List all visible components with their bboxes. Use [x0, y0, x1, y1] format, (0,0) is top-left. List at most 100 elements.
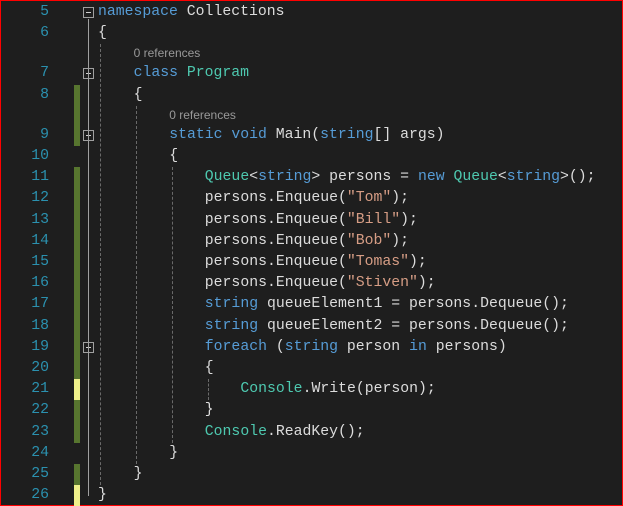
code-token: {: [133, 86, 143, 103]
change-marker-saved: [74, 105, 80, 125]
code-text[interactable]: }: [169, 443, 178, 464]
line-number: 14: [31, 232, 49, 249]
code-text[interactable]: static void Main(string[] args): [169, 125, 444, 146]
code-line: 5 namespace Collections: [1, 2, 622, 23]
code-token: string: [284, 338, 339, 355]
code-token: Program: [186, 65, 250, 82]
change-marker-saved: [74, 294, 80, 316]
code-text[interactable]: Queue<string> persons = new Queue<string…: [205, 167, 596, 188]
code-token: }: [204, 402, 214, 419]
code-token: string: [204, 296, 259, 313]
code-token: {: [98, 25, 107, 42]
codelens-references-link[interactable]: 0 references: [134, 44, 201, 63]
code-token: Console: [240, 381, 303, 398]
code-token: "Tomas": [346, 254, 410, 270]
code-token: string: [506, 169, 561, 186]
line-number: 11: [31, 169, 49, 186]
collapse-toggle-icon[interactable]: [83, 7, 94, 18]
change-marker-saved: [74, 167, 80, 189]
code-text[interactable]: Console.ReadKey();: [205, 422, 365, 443]
codelens-row: 0 references: [1, 44, 622, 63]
code-token: .ReadKey();: [266, 423, 365, 440]
line-number: 5: [40, 4, 49, 20]
code-editor[interactable]: 5 namespace Collections 6{0 references 7 cla…: [0, 0, 623, 506]
code-token: class: [133, 65, 178, 82]
change-marker-saved: [74, 336, 80, 358]
line-number: 25: [31, 466, 49, 482]
change-marker-saved: [74, 84, 80, 106]
code-line: 15 persons.Enqueue("Tomas");: [1, 252, 622, 274]
code-token: persons.Enqueue(: [204, 275, 347, 292]
code-token: foreach: [204, 338, 267, 355]
code-token: [] args): [373, 126, 445, 143]
code-text[interactable]: namespace Collections: [98, 2, 284, 23]
change-marker-saved: [74, 464, 80, 486]
code-token: {: [169, 148, 179, 164]
code-line: 18 string queueElement2 = persons.Dequeue…: [1, 315, 622, 337]
change-marker-saved: [74, 358, 80, 380]
code-line: 19 foreach (string person in persons): [1, 336, 622, 358]
code-token: string: [258, 169, 312, 186]
code-text[interactable]: persons.Enqueue("Bill");: [205, 210, 418, 231]
code-token: "Bill": [346, 211, 401, 228]
change-marker-saved: [74, 315, 80, 337]
code-text[interactable]: persons.Enqueue("Stiven");: [205, 273, 436, 294]
line-number: 15: [31, 254, 49, 270]
code-text[interactable]: {: [98, 23, 107, 44]
code-line: 23 Console.ReadKey();: [1, 421, 622, 443]
code-token: }: [98, 487, 107, 504]
line-number: 24: [31, 444, 49, 461]
code-line: 8{: [1, 84, 622, 106]
indent-guide: [100, 44, 101, 486]
code-token: <: [249, 169, 259, 186]
codelens-row: 0 references: [1, 105, 622, 125]
code-token: "Tom": [346, 190, 392, 207]
code-text[interactable]: string queueElement2 = persons.Dequeue()…: [205, 316, 569, 337]
line-number: 17: [31, 296, 49, 313]
code-token: persons.Enqueue(: [204, 232, 347, 249]
code-token: new: [417, 169, 445, 186]
line-number: 12: [31, 190, 49, 207]
code-text[interactable]: foreach (string person in persons): [205, 337, 507, 358]
code-text[interactable]: Console.Write(person);: [240, 379, 435, 400]
code-token: persons.Enqueue(: [204, 190, 347, 207]
change-marker-unsaved: [74, 485, 80, 506]
code-token: void: [231, 126, 267, 143]
codelens-references-link[interactable]: 0 references: [169, 106, 236, 125]
change-marker-saved: [74, 273, 80, 295]
line-number: 10: [31, 148, 49, 164]
code-line: 10 {: [1, 146, 622, 167]
code-text[interactable]: }: [205, 400, 214, 421]
code-text[interactable]: persons.Enqueue("Tom");: [205, 188, 409, 209]
code-token: queueElement1 = persons.Dequeue();: [258, 296, 569, 313]
indent-guide: [136, 105, 137, 464]
code-token: .Write(person);: [302, 381, 436, 398]
change-marker-saved: [74, 252, 80, 274]
code-line: 17 string queueElement1 = persons.Dequeue…: [1, 294, 622, 316]
code-token: queueElement2 = persons.Dequeue();: [258, 317, 569, 334]
code-line: 26}: [1, 485, 622, 506]
code-token: Main(: [266, 126, 321, 143]
line-number: 19: [31, 338, 49, 355]
code-text[interactable]: string queueElement1 = persons.Dequeue()…: [205, 294, 569, 315]
code-line: 7 class Program: [1, 63, 622, 84]
code-token: <: [497, 169, 507, 186]
code-line: 21 Console.Write(person);: [1, 379, 622, 401]
code-text[interactable]: }: [134, 464, 143, 485]
code-text[interactable]: {: [134, 85, 143, 106]
code-text[interactable]: persons.Enqueue("Tomas");: [205, 252, 427, 273]
code-line: 11 Queue<string> persons = new Queue<stri…: [1, 167, 622, 189]
code-text[interactable]: persons.Enqueue("Bob");: [205, 231, 409, 252]
line-number: 20: [31, 360, 49, 376]
code-line: 9 static void Main(string[] args): [1, 124, 622, 146]
change-marker-saved: [74, 209, 80, 231]
code-token: > persons =: [311, 169, 418, 186]
outline-line: [88, 19, 89, 497]
code-text[interactable]: {: [205, 358, 214, 379]
code-text[interactable]: }: [98, 485, 107, 506]
code-text[interactable]: class Program: [134, 63, 249, 84]
code-line: 13 persons.Enqueue("Bill");: [1, 209, 622, 231]
line-number: 6: [40, 25, 49, 42]
code-text[interactable]: {: [169, 146, 178, 167]
line-number: 18: [31, 317, 49, 334]
